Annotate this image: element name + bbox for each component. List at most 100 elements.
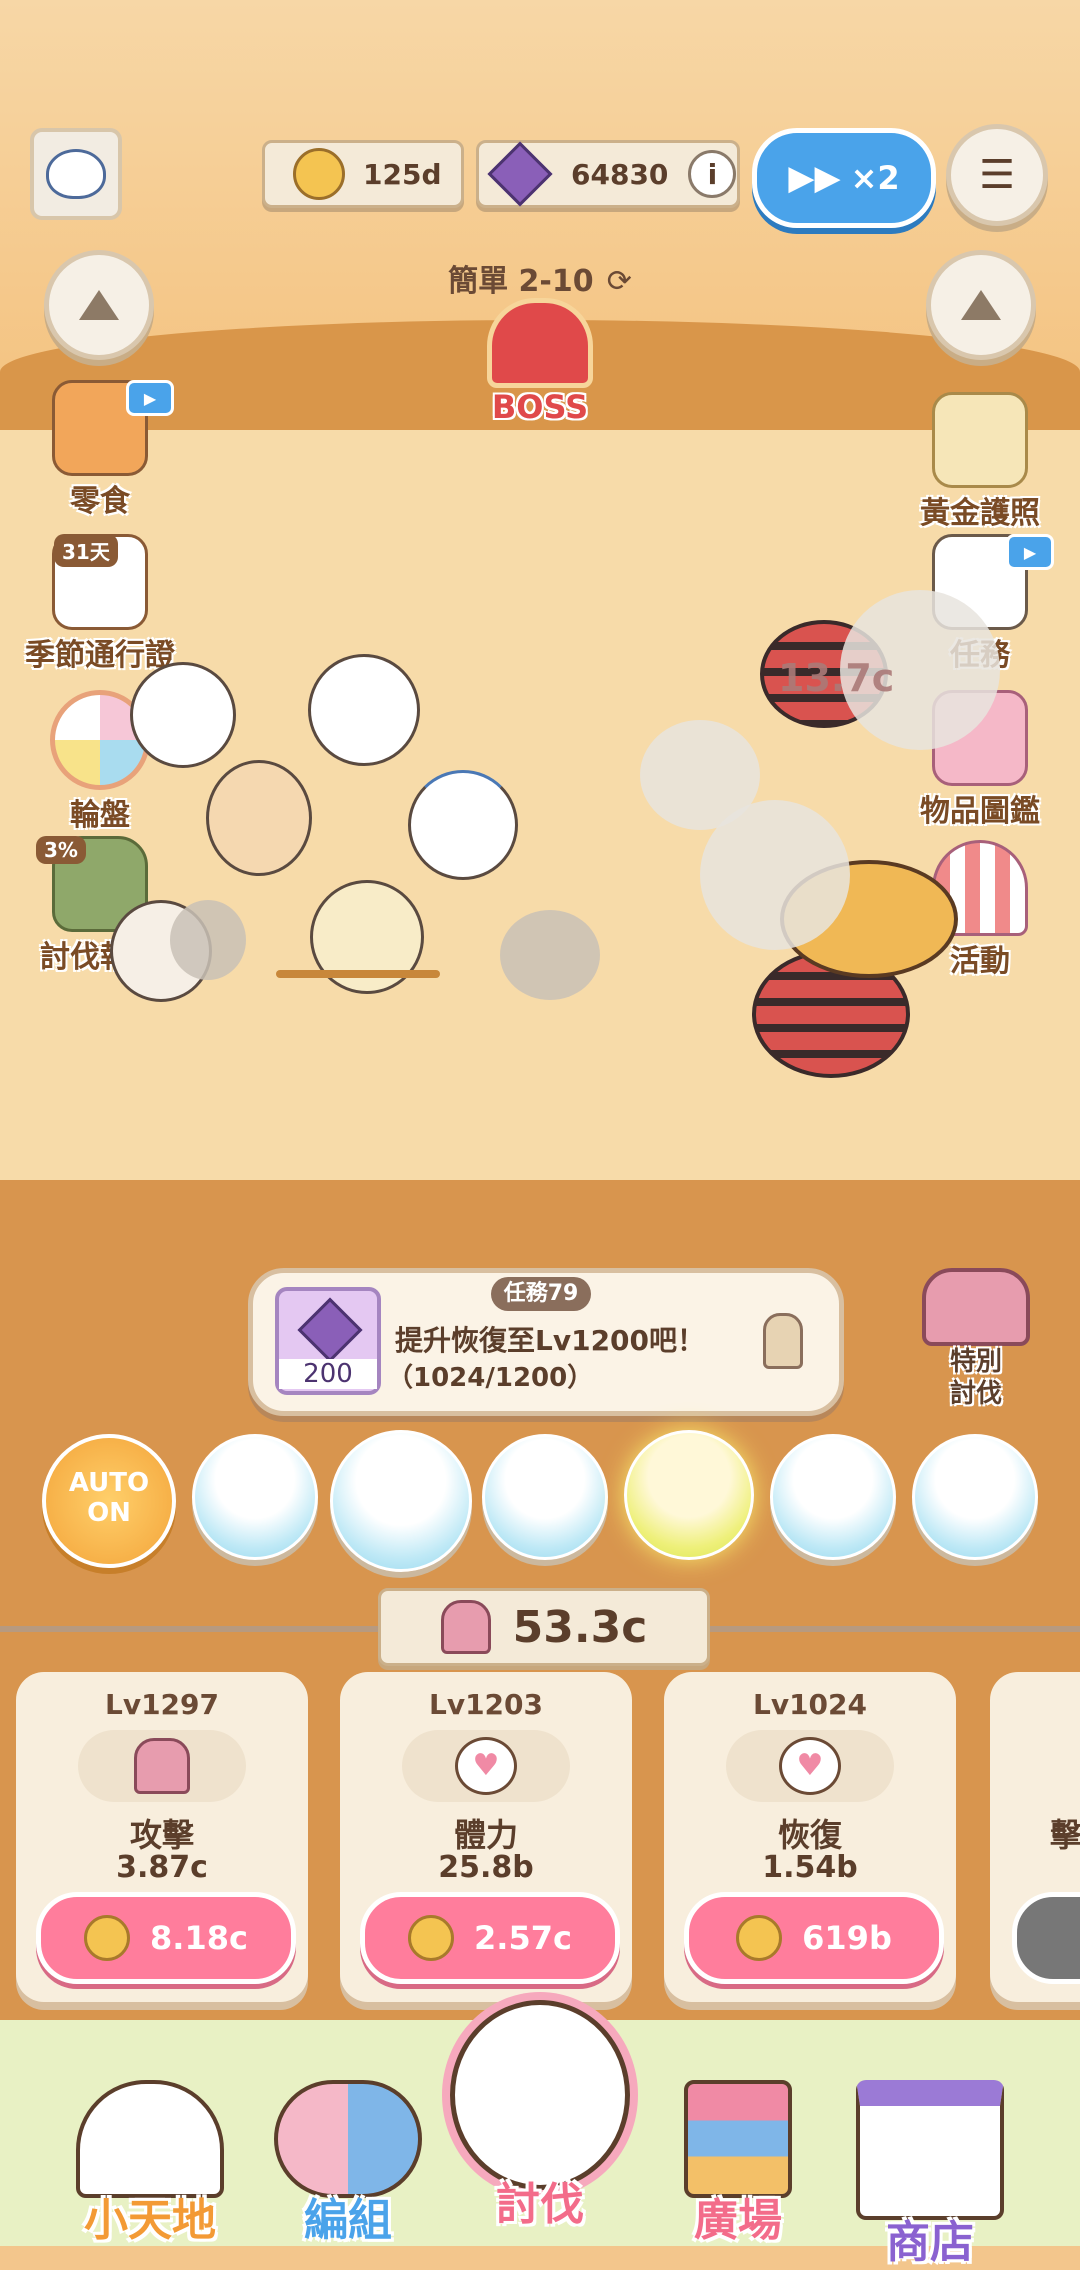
upgrade-cost: 2.57c [474,1919,572,1957]
season-pass-label: 季節通行證 [25,638,175,673]
refresh-icon[interactable]: ⟳ [607,264,632,299]
dust-cloud [700,800,850,950]
menu-icon: ☰ [979,152,1015,198]
character-slot-kurimanju[interactable] [624,1430,754,1560]
bell-icon [763,1313,803,1369]
hero-chiikawa [308,654,420,766]
nav-battle[interactable]: 討伐 [440,2000,640,2232]
battle-icon [450,2000,630,2190]
character-slot-momonga[interactable] [770,1434,896,1560]
menu-button[interactable]: ☰ [946,124,1048,226]
upgrade-icon-wrap: ♥ [726,1730,894,1802]
nav-home[interactable]: 小天地 [50,2080,250,2248]
quest-progress: （1024/1200） [387,1363,594,1393]
signpost-icon [684,2080,792,2198]
upgrade-card-attack: Lv1297 攻擊 3.87c 8.18c [16,1672,308,2002]
dust-cloud [500,910,600,1000]
quest-reward-amount: 200 [279,1359,377,1389]
character-slot-usagi[interactable] [482,1434,608,1560]
quest-banner[interactable]: 200 任務79 提升恢復至Lv1200吧！ （1024/1200） [248,1268,844,1416]
upgrade-icon-wrap: ♥ [402,1730,570,1802]
character-slot-chiikawa[interactable] [330,1430,472,1572]
fast-forward-icon: ▶▶ [788,158,841,198]
auto-button[interactable]: AUTO ON [42,1434,176,1568]
upgrade-cost: 8.18c [150,1919,248,1957]
quest-text: 提升恢復至Lv1200吧！ [395,1324,706,1357]
upgrade-card-recovery: Lv1024 ♥ 恢復 1.54b 619b [664,1672,956,2002]
upgrade-level: Lv1024 [752,1688,868,1721]
gem-amount: 64830 [571,157,669,191]
speed-label: ×2 [850,159,900,197]
damage-number: 13.7c [778,656,895,700]
upgrade-card-stamina: Lv1203 ♥ 體力 25.8b 2.57c [340,1672,632,2002]
nav-shop-label: 商店 [886,2217,974,2268]
gem-icon [487,141,553,207]
heart-icon: ♥ [455,1737,517,1795]
pitchfork-weapon [276,970,440,978]
snack-button[interactable]: ▶ 零食 [30,380,174,520]
upgrade-buy-button[interactable] [1012,1892,1080,1984]
coin-icon [736,1915,783,1961]
pitchfork-icon [134,1738,190,1794]
season-pass-button[interactable]: 31天 季節通行證 [20,534,180,674]
stage-name: 簡單 2-10 [448,264,594,299]
upgrade-buy-button[interactable]: 619b [684,1892,944,1984]
character-slot-hachiware[interactable] [192,1434,318,1560]
nav-home-label: 小天地 [84,2195,216,2246]
nav-team-label: 編組 [304,2195,392,2246]
speed-button[interactable]: ▶▶ ×2 [752,128,936,228]
upgrade-buy-button[interactable]: 2.57c [360,1892,620,1984]
scroll-up-left-button[interactable] [44,250,154,360]
coin-amount: 125d [363,157,442,191]
upgrade-value: 3.87c [116,1850,208,1885]
nav-battle-label: 討伐 [496,2179,584,2230]
upgrade-buy-button[interactable]: 8.18c [36,1892,296,1984]
coin-icon [293,148,345,200]
upgrade-value: 1.54b [762,1850,858,1885]
hero-hamster [130,662,236,768]
team-icon [274,2080,422,2198]
auto-line2: ON [87,1498,131,1528]
coin-counter: 125d [262,140,464,208]
hero-hachiware [408,770,518,880]
golden-pass-label: 黃金護照 [920,496,1040,531]
nav-shop[interactable]: 商店 [830,2080,1030,2270]
upgrade-icon-wrap [78,1730,246,1802]
upgrade-card-partial: 擊 [990,1672,1080,2002]
upgrade-cost: 619b [802,1919,892,1957]
profile-button[interactable] [30,128,122,220]
quest-reward-box: 200 [275,1287,381,1395]
nav-team[interactable]: 編組 [248,2080,448,2248]
video-ad-icon: ▶ [1006,534,1054,570]
gem-counter: 64830 i [476,140,740,208]
upgrade-level: Lv1297 [104,1688,220,1721]
quest-number: 任務79 [491,1277,591,1311]
scroll-up-right-button[interactable] [926,250,1036,360]
golden-pass-button[interactable]: 黃金護照 [900,392,1060,532]
dust-cloud [170,900,246,980]
up-arrow-icon [961,290,1001,320]
up-arrow-icon [79,290,119,320]
flame-pitchfork-icon [440,1600,491,1654]
ticket-icon [932,392,1028,488]
roulette-label: 輪盤 [70,798,130,833]
reward-badge: 3% [36,836,86,864]
cat-avatar-icon [46,149,106,199]
boss-button[interactable]: BOSS [482,298,598,426]
special-battle-button[interactable]: 特別 討伐 [916,1268,1036,1410]
character-slot-rakko[interactable] [912,1434,1038,1560]
pitchfork-icon [922,1268,1030,1346]
nav-plaza[interactable]: 廣場 [638,2080,838,2248]
coin-icon [84,1915,131,1961]
auto-line1: AUTO [68,1468,150,1498]
video-ad-icon: ▶ [126,380,174,416]
nav-plaza-label: 廣場 [694,2195,782,2246]
stage-title: 簡單 2-10 ⟳ [420,256,660,300]
total-power-value: 53.3c [512,1601,648,1653]
special-battle-label: 特別 討伐 [949,1347,1002,1409]
total-power-panel: 53.3c [378,1588,710,1666]
season-pass-badge: 31天 [54,534,118,567]
item-catalog-label: 物品圖鑑 [920,794,1040,829]
info-icon[interactable]: i [688,150,737,198]
coin-icon [408,1915,455,1961]
